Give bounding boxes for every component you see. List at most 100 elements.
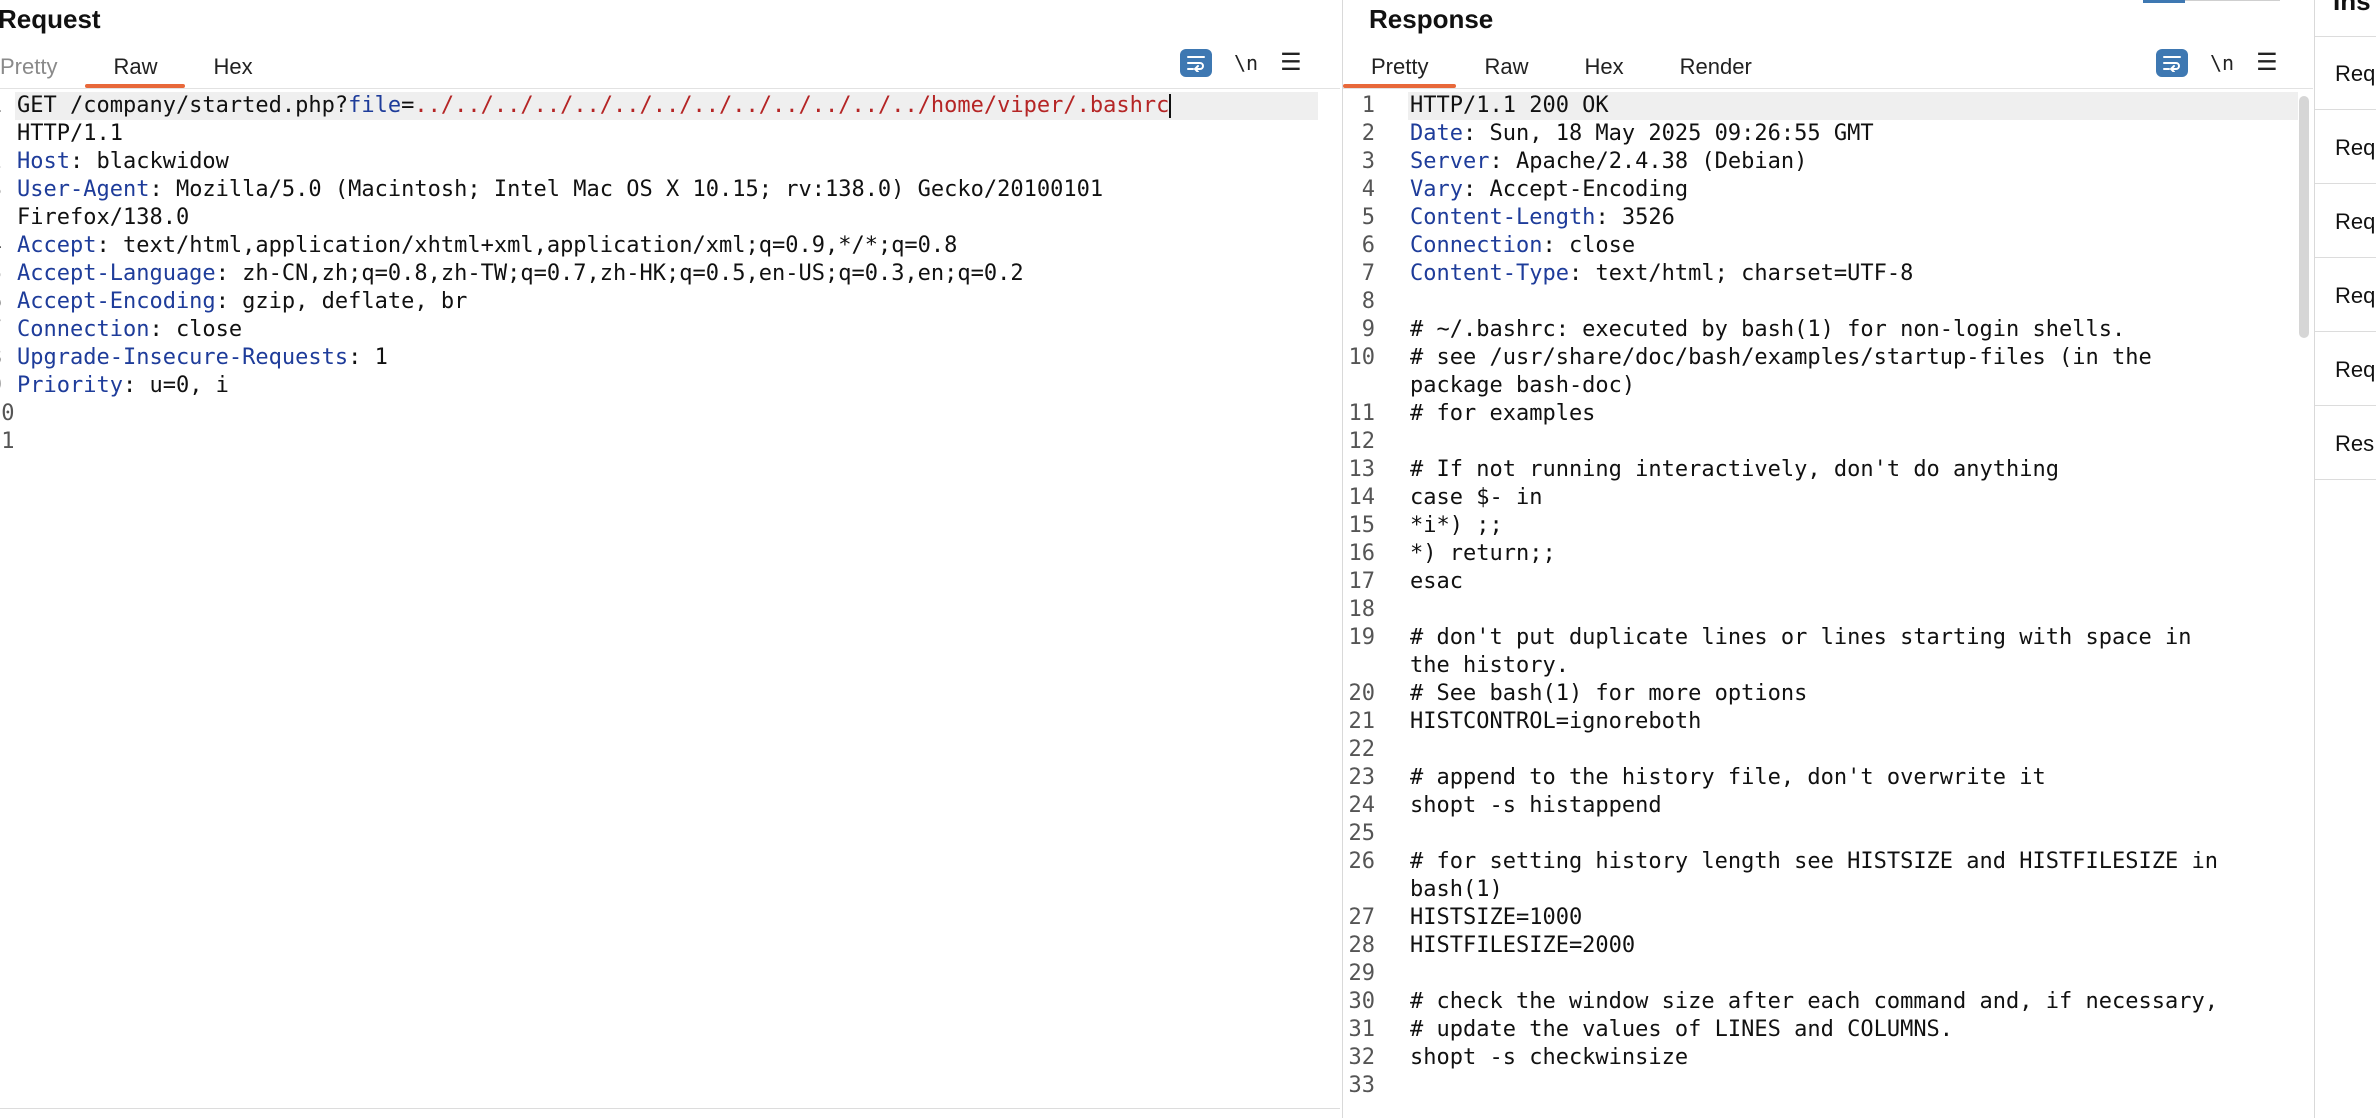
inspector-item-request-headers[interactable]: Req bbox=[2315, 334, 2376, 406]
tab-raw[interactable]: Raw bbox=[85, 48, 186, 88]
code-line[interactable]: 18 bbox=[1343, 596, 2298, 624]
inspector-item-request-attributes[interactable]: Req bbox=[2315, 38, 2376, 110]
code-line[interactable]: 6 Accept-Encoding: gzip, deflate, br bbox=[0, 288, 1340, 316]
inspector-item-request-body[interactable]: Req bbox=[2315, 186, 2376, 258]
line-number: 10 bbox=[0, 401, 15, 426]
code-line[interactable]: 15 *i*) ;; bbox=[1343, 512, 2298, 540]
code-text: User-Agent: Mozilla/5.0 (Macintosh; Inte… bbox=[17, 176, 1103, 204]
code-line[interactable]: 19 # don't put duplicate lines or lines s… bbox=[1343, 624, 2298, 652]
code-line[interactable]: 31 # update the values of LINES and COLUM… bbox=[1343, 1016, 2298, 1044]
code-segment: HISTCONTROL=ignoreboth bbox=[1410, 709, 1702, 734]
code-line[interactable]: 11 # for examples bbox=[1343, 400, 2298, 428]
code-line[interactable]: 14 case $- in bbox=[1343, 484, 2298, 512]
header-name: Accept-Language bbox=[17, 261, 216, 286]
code-line[interactable]: 7 Connection: close bbox=[0, 316, 1340, 344]
response-tabs-divider bbox=[1343, 88, 2313, 89]
header-name: Vary bbox=[1410, 177, 1463, 202]
code-line[interactable]: 17 esac bbox=[1343, 568, 2298, 596]
tab-raw[interactable]: Raw bbox=[1456, 48, 1556, 86]
code-line[interactable]: 9 # ~/.bashrc: executed by bash(1) for no… bbox=[1343, 316, 2298, 344]
wrap-lines-icon[interactable] bbox=[2156, 49, 2188, 77]
code-line[interactable]: 16 *) return;; bbox=[1343, 540, 2298, 568]
code-line[interactable]: 7 Content-Type: text/html; charset=UTF-8 bbox=[1343, 260, 2298, 288]
code-line[interactable]: 27 HISTSIZE=1000 bbox=[1343, 904, 2298, 932]
inspector-item-request-query[interactable]: Req bbox=[2315, 112, 2376, 184]
tab-render[interactable]: Render bbox=[1652, 48, 1780, 86]
header-name: Accept bbox=[17, 233, 97, 258]
request-title: Request bbox=[0, 4, 101, 34]
code-line[interactable]: 30 # check the window size after each com… bbox=[1343, 988, 2298, 1016]
code-line[interactable]: 11 bbox=[0, 428, 1340, 456]
line-number: 8 bbox=[1361, 289, 1375, 314]
line-number: 17 bbox=[1348, 569, 1376, 594]
code-line[interactable]: 33 bbox=[1343, 1072, 2298, 1100]
hamburger-menu-icon[interactable]: ☰ bbox=[1280, 51, 1302, 75]
tab-hex[interactable]: Hex bbox=[1556, 48, 1651, 86]
code-segment: GET /company/started.php? bbox=[17, 93, 349, 118]
code-line[interactable]: 26 # for setting history length see HISTS… bbox=[1343, 848, 2298, 876]
code-line[interactable]: the history. bbox=[1343, 652, 2298, 680]
code-segment: # See bash(1) for more options bbox=[1410, 681, 1808, 706]
hamburger-menu-icon[interactable]: ☰ bbox=[2256, 51, 2278, 75]
code-line[interactable]: 21 HISTCONTROL=ignoreboth bbox=[1343, 708, 2298, 736]
code-line[interactable]: Firefox/138.0 bbox=[0, 204, 1340, 232]
newline-toggle-button[interactable]: \n bbox=[2210, 51, 2234, 75]
wrap-lines-icon[interactable] bbox=[1180, 49, 1212, 77]
code-line[interactable]: package bash-doc) bbox=[1343, 372, 2298, 400]
code-line[interactable]: 24 shopt -s histappend bbox=[1343, 792, 2298, 820]
code-text: Upgrade-Insecure-Requests: 1 bbox=[17, 344, 388, 372]
line-number: 1 bbox=[1361, 93, 1375, 118]
line-number: 25 bbox=[1348, 821, 1376, 846]
code-line[interactable]: 12 bbox=[1343, 428, 2298, 456]
response-editor[interactable]: 1 HTTP/1.1 200 OK 2 Date: Sun, 18 May 2025 … bbox=[1343, 92, 2298, 1100]
header-name: Content-Type bbox=[1410, 261, 1569, 286]
code-line[interactable]: 8 Upgrade-Insecure-Requests: 1 bbox=[0, 344, 1340, 372]
code-line[interactable]: 3 User-Agent: Mozilla/5.0 (Macintosh; Int… bbox=[0, 176, 1340, 204]
code-text: Accept-Language: zh-CN,zh;q=0.8,zh-TW;q=… bbox=[17, 260, 1024, 288]
code-text: # append to the history file, don't over… bbox=[1410, 764, 2046, 792]
request-bottom-divider bbox=[0, 1108, 1340, 1109]
line-number: 8 bbox=[0, 344, 2, 372]
code-segment: : close bbox=[1542, 233, 1636, 258]
code-line[interactable]: 3 Server: Apache/2.4.38 (Debian) bbox=[1343, 148, 2298, 176]
code-line[interactable]: 1 GET /company/started.php?file=../../../… bbox=[0, 92, 1318, 120]
code-line[interactable]: 28 HISTFILESIZE=2000 bbox=[1343, 932, 2298, 960]
header-name: User-Agent bbox=[17, 177, 150, 202]
tab-hex[interactable]: Hex bbox=[185, 48, 280, 86]
code-text: HISTSIZE=1000 bbox=[1410, 904, 1582, 932]
code-line[interactable]: 5 Accept-Language: zh-CN,zh;q=0.8,zh-TW;q… bbox=[0, 260, 1340, 288]
inspector-item-response-headers[interactable]: Res bbox=[2315, 408, 2376, 480]
code-line[interactable]: 29 bbox=[1343, 960, 2298, 988]
code-line[interactable]: 23 # append to the history file, don't ov… bbox=[1343, 764, 2298, 792]
code-line[interactable]: 4 Accept: text/html,application/xhtml+xml… bbox=[0, 232, 1340, 260]
response-top-indicator bbox=[2143, 0, 2185, 3]
code-line[interactable]: 6 Connection: close bbox=[1343, 232, 2298, 260]
request-editor[interactable]: 1 GET /company/started.php?file=../../../… bbox=[0, 92, 1340, 456]
code-line[interactable]: 2 Date: Sun, 18 May 2025 09:26:55 GMT bbox=[1343, 120, 2298, 148]
code-line[interactable]: 10 # see /usr/share/doc/bash/examples/sta… bbox=[1343, 344, 2298, 372]
tab-pretty[interactable]: Pretty bbox=[0, 48, 85, 86]
code-text: Connection: close bbox=[1410, 232, 1635, 260]
line-number: 31 bbox=[1348, 1017, 1376, 1042]
code-line[interactable]: 5 Content-Length: 3526 bbox=[1343, 204, 2298, 232]
code-line[interactable]: 8 bbox=[1343, 288, 2298, 316]
code-line[interactable]: 25 bbox=[1343, 820, 2298, 848]
code-line[interactable]: 20 # See bash(1) for more options bbox=[1343, 680, 2298, 708]
response-scrollbar[interactable] bbox=[2299, 96, 2309, 338]
code-line[interactable]: 13 # If not running interactively, don't … bbox=[1343, 456, 2298, 484]
code-line[interactable]: 22 bbox=[1343, 736, 2298, 764]
code-segment: : close bbox=[149, 317, 243, 342]
line-number: 26 bbox=[1348, 849, 1376, 874]
code-line[interactable]: 1 HTTP/1.1 200 OK bbox=[1362, 92, 2298, 120]
code-line[interactable]: 10 bbox=[0, 400, 1340, 428]
code-line[interactable]: bash(1) bbox=[1343, 876, 2298, 904]
code-line[interactable]: 32 shopt -s checkwinsize bbox=[1343, 1044, 2298, 1072]
code-line[interactable]: 2 Host: blackwidow bbox=[0, 148, 1340, 176]
newline-toggle-button[interactable]: \n bbox=[1234, 51, 1258, 75]
code-line[interactable]: 4 Vary: Accept-Encoding bbox=[1343, 176, 2298, 204]
code-line[interactable]: HTTP/1.1 bbox=[0, 120, 1340, 148]
inspector-item-request-cookies[interactable]: Req bbox=[2315, 260, 2376, 332]
code-line[interactable]: 9 Priority: u=0, i bbox=[0, 372, 1340, 400]
tab-pretty[interactable]: Pretty bbox=[1343, 48, 1457, 88]
code-segment: bash(1) bbox=[1410, 877, 1503, 902]
